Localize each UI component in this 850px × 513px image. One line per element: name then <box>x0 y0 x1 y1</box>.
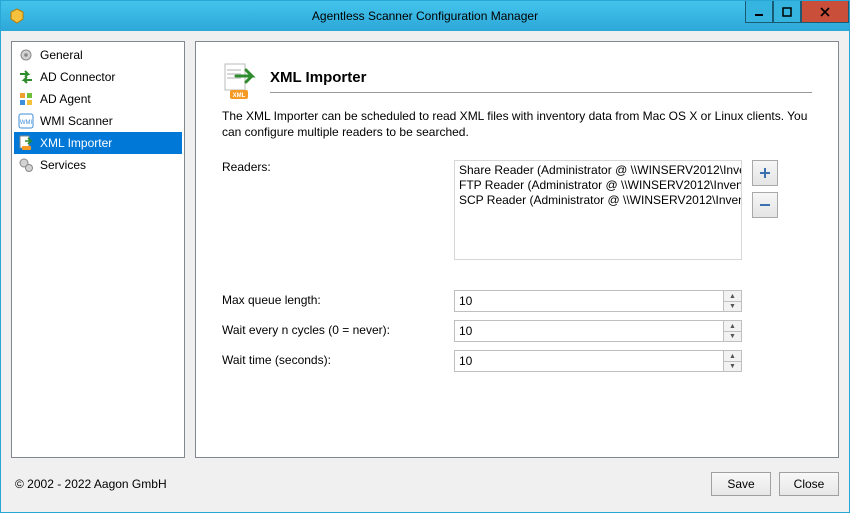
sidebar-item-ad-agent[interactable]: AD Agent <box>14 88 182 110</box>
copyright: © 2002 - 2022 Aagon GmbH <box>11 477 703 491</box>
sidebar-item-xml-importer[interactable]: XML Importer <box>14 132 182 154</box>
page-description: The XML Importer can be scheduled to rea… <box>222 108 812 140</box>
config-window: Agentless Scanner Configuration Manager <box>0 0 850 513</box>
readers-row: Readers: Share Reader (Administrator @ \… <box>222 160 812 260</box>
sidebar-item-label: Services <box>40 158 86 172</box>
readers-label: Readers: <box>222 160 454 174</box>
wait-time-input[interactable] <box>454 350 723 372</box>
sidebar-item-label: General <box>40 48 83 62</box>
gear-icon <box>18 47 34 63</box>
wait-time-row: Wait time (seconds): ▲ ▼ <box>222 350 812 372</box>
sidebar-item-label: AD Agent <box>40 92 91 106</box>
wait-time-up[interactable]: ▲ <box>724 351 741 362</box>
wait-time-stepper: ▲ ▼ <box>454 350 742 372</box>
sidebar-item-ad-connector[interactable]: AD Connector <box>14 66 182 88</box>
sidebar-item-label: AD Connector <box>40 70 115 84</box>
agent-icon <box>18 91 34 107</box>
close-icon <box>820 7 830 17</box>
content-pane: XML XML Importer The XML Importer can be… <box>195 41 839 458</box>
wmi-icon: WMI <box>18 113 34 129</box>
titlebar[interactable]: Agentless Scanner Configuration Manager <box>1 1 849 31</box>
svg-text:WMI: WMI <box>20 120 33 126</box>
close-window-button[interactable]: Close <box>779 472 839 496</box>
plus-icon <box>759 167 771 179</box>
app-icon <box>9 8 25 24</box>
wait-cycles-input[interactable] <box>454 320 723 342</box>
minimize-button[interactable] <box>745 1 773 23</box>
wait-cycles-row: Wait every n cycles (0 = never): ▲ ▼ <box>222 320 812 342</box>
reader-buttons <box>752 160 778 218</box>
panes: General AD Connector AD Agent WMI WMI Sc… <box>11 41 839 458</box>
wait-cycles-label: Wait every n cycles (0 = never): <box>222 320 454 337</box>
connector-icon <box>18 69 34 85</box>
xml-importer-icon: XML <box>222 62 256 100</box>
svg-text:XML: XML <box>233 93 246 99</box>
add-reader-button[interactable] <box>752 160 778 186</box>
max-queue-up[interactable]: ▲ <box>724 291 741 302</box>
footer: © 2002 - 2022 Aagon GmbH Save Close <box>11 466 839 502</box>
window-title: Agentless Scanner Configuration Manager <box>1 9 849 23</box>
wait-time-down[interactable]: ▼ <box>724 362 741 372</box>
wait-time-label: Wait time (seconds): <box>222 350 454 367</box>
wait-cycles-stepper: ▲ ▼ <box>454 320 742 342</box>
minus-icon <box>759 199 771 211</box>
close-button[interactable] <box>801 1 849 23</box>
sidebar-item-general[interactable]: General <box>14 44 182 66</box>
reader-item[interactable]: FTP Reader (Administrator @ \\WINSERV201… <box>459 178 737 193</box>
maximize-button[interactable] <box>773 1 801 23</box>
reader-item[interactable]: SCP Reader (Administrator @ \\WINSERV201… <box>459 193 737 208</box>
sidebar-item-wmi-scanner[interactable]: WMI WMI Scanner <box>14 110 182 132</box>
page-header: XML XML Importer <box>222 62 812 100</box>
window-body: General AD Connector AD Agent WMI WMI Sc… <box>1 31 849 512</box>
wait-cycles-up[interactable]: ▲ <box>724 321 741 332</box>
max-queue-stepper: ▲ ▼ <box>454 290 742 312</box>
readers-list[interactable]: Share Reader (Administrator @ \\WINSERV2… <box>454 160 742 260</box>
maximize-icon <box>782 7 792 17</box>
header-separator <box>270 92 812 93</box>
max-queue-input[interactable] <box>454 290 723 312</box>
max-queue-row: Max queue length: ▲ ▼ <box>222 290 812 312</box>
save-button[interactable]: Save <box>711 472 771 496</box>
sidebar-item-label: XML Importer <box>40 136 112 150</box>
minimize-icon <box>754 7 764 17</box>
max-queue-label: Max queue length: <box>222 290 454 307</box>
window-controls <box>745 1 849 23</box>
max-queue-down[interactable]: ▼ <box>724 302 741 312</box>
services-icon <box>18 157 34 173</box>
wait-cycles-down[interactable]: ▼ <box>724 332 741 342</box>
sidebar-item-services[interactable]: Services <box>14 154 182 176</box>
page-title: XML Importer <box>270 69 812 86</box>
sidebar-item-label: WMI Scanner <box>40 114 113 128</box>
sidebar: General AD Connector AD Agent WMI WMI Sc… <box>11 41 185 458</box>
reader-item[interactable]: Share Reader (Administrator @ \\WINSERV2… <box>459 163 737 178</box>
xml-import-icon <box>18 135 34 151</box>
remove-reader-button[interactable] <box>752 192 778 218</box>
